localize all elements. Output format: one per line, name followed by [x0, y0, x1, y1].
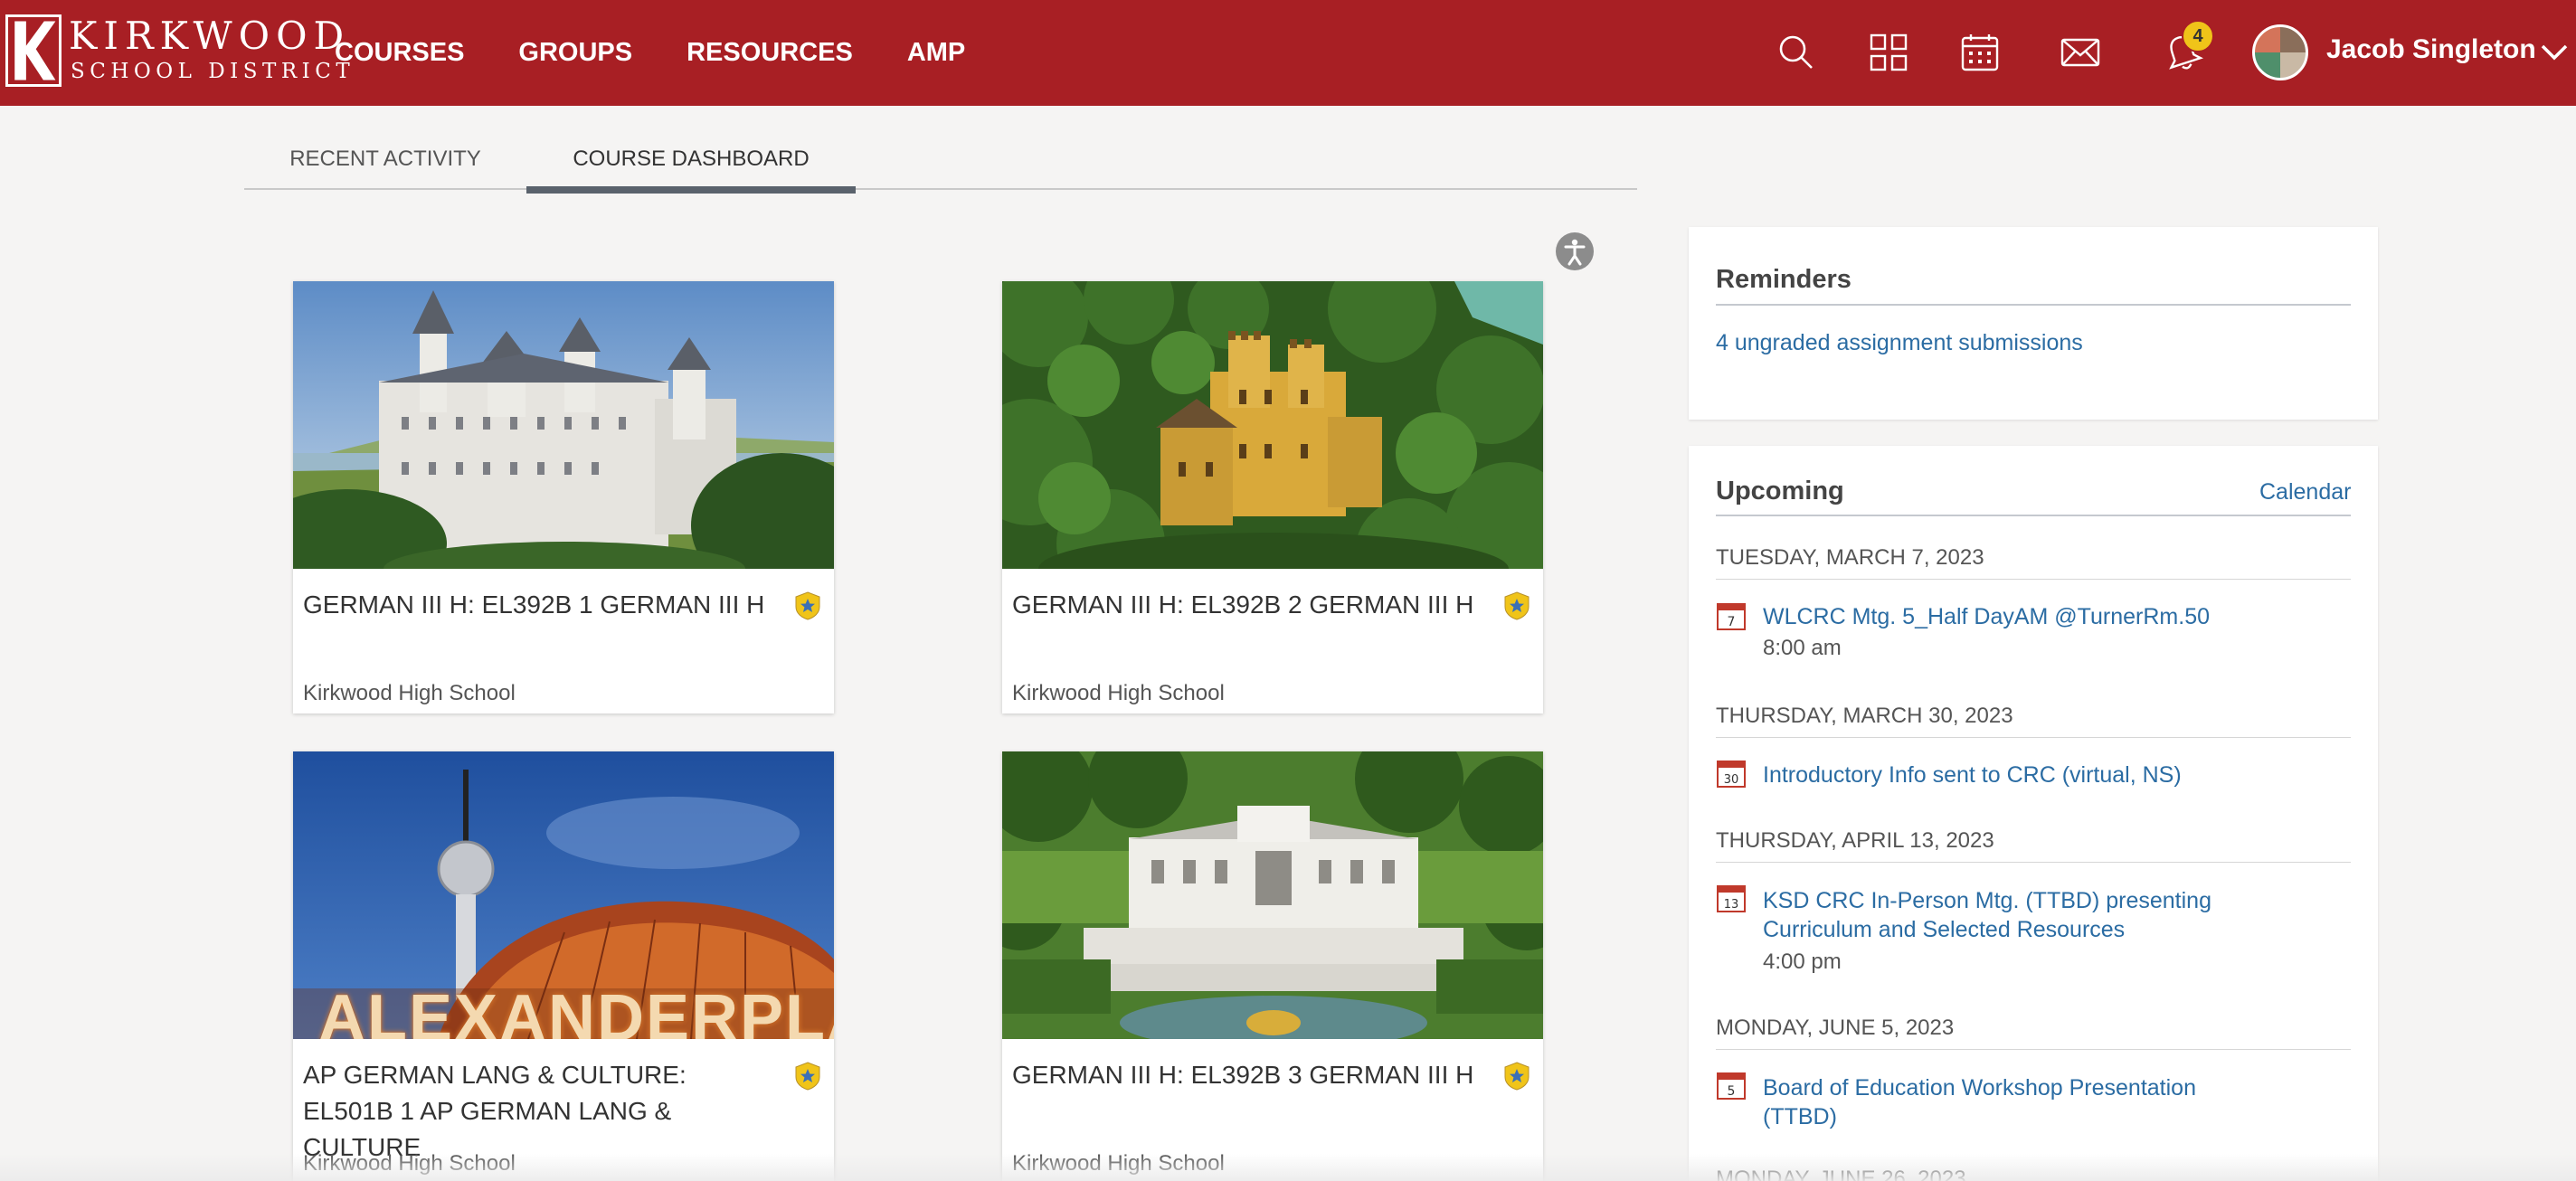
divider [1716, 304, 2351, 306]
favorite-star-icon[interactable] [1501, 590, 1532, 621]
logo-k-mark [5, 14, 62, 87]
calendar-icon[interactable] [1955, 27, 2005, 78]
hohenschwangau-castle-image [1002, 281, 1543, 569]
dashboard-tabs: RECENT ACTIVITY COURSE DASHBOARD [244, 136, 1637, 194]
event-link[interactable]: Board of Education Workshop Presentation… [1763, 1073, 2269, 1131]
district-logo[interactable]: KIRKWOOD SCHOOL DISTRICT [0, 13, 350, 90]
event-date-heading: THURSDAY, MARCH 30, 2023 [1716, 704, 2013, 728]
event-time: 8:00 am [1763, 636, 1842, 660]
ungraded-submissions-link[interactable]: 4 ungraded assignment submissions [1716, 330, 2083, 356]
neuschwanstein-castle-image [293, 281, 834, 569]
mail-icon[interactable] [2055, 27, 2106, 78]
calendar-day-number: 30 [1724, 773, 1739, 787]
calendar-day-icon: 5 [1716, 1070, 1747, 1101]
main-nav: COURSES GROUPS RESOURCES AMP [335, 0, 1019, 106]
nav-groups[interactable]: GROUPS [518, 38, 632, 68]
reminders-title: Reminders [1716, 265, 1852, 294]
course-card[interactable]: ALEXANDERPLATZ AP GERMAN LANG & CULTURE:… [293, 751, 834, 1181]
divider [1716, 737, 2351, 738]
apps-grid-icon[interactable] [1863, 27, 1914, 78]
user-name[interactable]: Jacob Singleton [2326, 34, 2536, 65]
calendar-day-icon: 7 [1716, 600, 1747, 631]
divider [1716, 1049, 2351, 1050]
calendar-day-icon: 30 [1716, 758, 1747, 789]
course-title[interactable]: AP GERMAN LANG & CULTURE: EL501B 1 AP GE… [303, 1057, 773, 1166]
logo-subtitle: SCHOOL DISTRICT [71, 60, 355, 83]
event-date-heading: THURSDAY, APRIL 13, 2023 [1716, 828, 1994, 853]
divider [1716, 515, 2351, 516]
upcoming-title: Upcoming [1716, 477, 1844, 505]
notification-count-badge: 4 [2182, 20, 2214, 52]
reminders-panel: Reminders [1689, 227, 2378, 420]
linderhof-palace-image [1002, 751, 1543, 1039]
favorite-star-icon[interactable] [1501, 1061, 1532, 1091]
course-title[interactable]: GERMAN III H: EL392B 3 GERMAN III H [1012, 1057, 1482, 1093]
calendar-link[interactable]: Calendar [2259, 479, 2351, 505]
divider [1716, 862, 2351, 863]
favorite-star-icon[interactable] [792, 1061, 823, 1091]
nav-resources[interactable]: RESOURCES [687, 38, 853, 68]
event-link[interactable]: WLCRC Mtg. 5_Half DayAM @TurnerRm.50 [1763, 602, 2269, 631]
nav-courses[interactable]: COURSES [335, 38, 464, 68]
course-card[interactable]: GERMAN III H: EL392B 2 GERMAN III H Kirk… [1002, 281, 1543, 713]
user-avatar[interactable] [2252, 24, 2308, 80]
event-link[interactable]: Introductory Info sent to CRC (virtual, … [1763, 761, 2269, 789]
alexanderplatz-sign: ALEXANDERPLATZ [318, 982, 834, 1039]
event-date-heading: MONDAY, JUNE 26, 2023 [1716, 1167, 1966, 1181]
event-link[interactable]: KSD CRC In-Person Mtg. (TTBD) presenting… [1763, 886, 2269, 944]
calendar-day-number: 13 [1724, 898, 1739, 912]
event-date-heading: TUESDAY, MARCH 7, 2023 [1716, 545, 1984, 570]
search-icon[interactable] [1771, 27, 1822, 78]
tab-recent-activity[interactable]: RECENT ACTIVITY [244, 136, 526, 190]
course-card[interactable]: GERMAN III H: EL392B 3 GERMAN III H Kirk… [1002, 751, 1543, 1181]
course-title[interactable]: GERMAN III H: EL392B 1 GERMAN III H [303, 587, 773, 623]
calendar-day-number: 7 [1728, 615, 1736, 629]
course-card[interactable]: GERMAN III H: EL392B 1 GERMAN III H Kirk… [293, 281, 834, 713]
divider [1716, 579, 2351, 580]
course-title[interactable]: GERMAN III H: EL392B 2 GERMAN III H [1012, 587, 1482, 623]
school-name: Kirkwood High School [303, 681, 516, 705]
event-date-heading: MONDAY, JUNE 5, 2023 [1716, 1016, 1955, 1040]
nav-amp[interactable]: AMP [907, 38, 965, 68]
favorite-star-icon[interactable] [792, 590, 823, 621]
school-name: Kirkwood High School [303, 1151, 516, 1176]
accessibility-icon[interactable] [1556, 232, 1594, 270]
school-name: Kirkwood High School [1012, 681, 1225, 705]
chevron-down-icon[interactable] [2538, 36, 2571, 69]
logo-name: KIRKWOOD [69, 14, 351, 58]
event-time: 4:00 pm [1763, 950, 1842, 974]
calendar-day-number: 5 [1728, 1084, 1736, 1099]
tab-course-dashboard[interactable]: COURSE DASHBOARD [526, 136, 856, 194]
top-navigation-bar: KIRKWOOD SCHOOL DISTRICT COURSES GROUPS … [0, 0, 2576, 106]
calendar-day-icon: 13 [1716, 883, 1747, 913]
alexanderplatz-tv-tower-image: ALEXANDERPLATZ [293, 751, 834, 1039]
school-name: Kirkwood High School [1012, 1151, 1225, 1176]
